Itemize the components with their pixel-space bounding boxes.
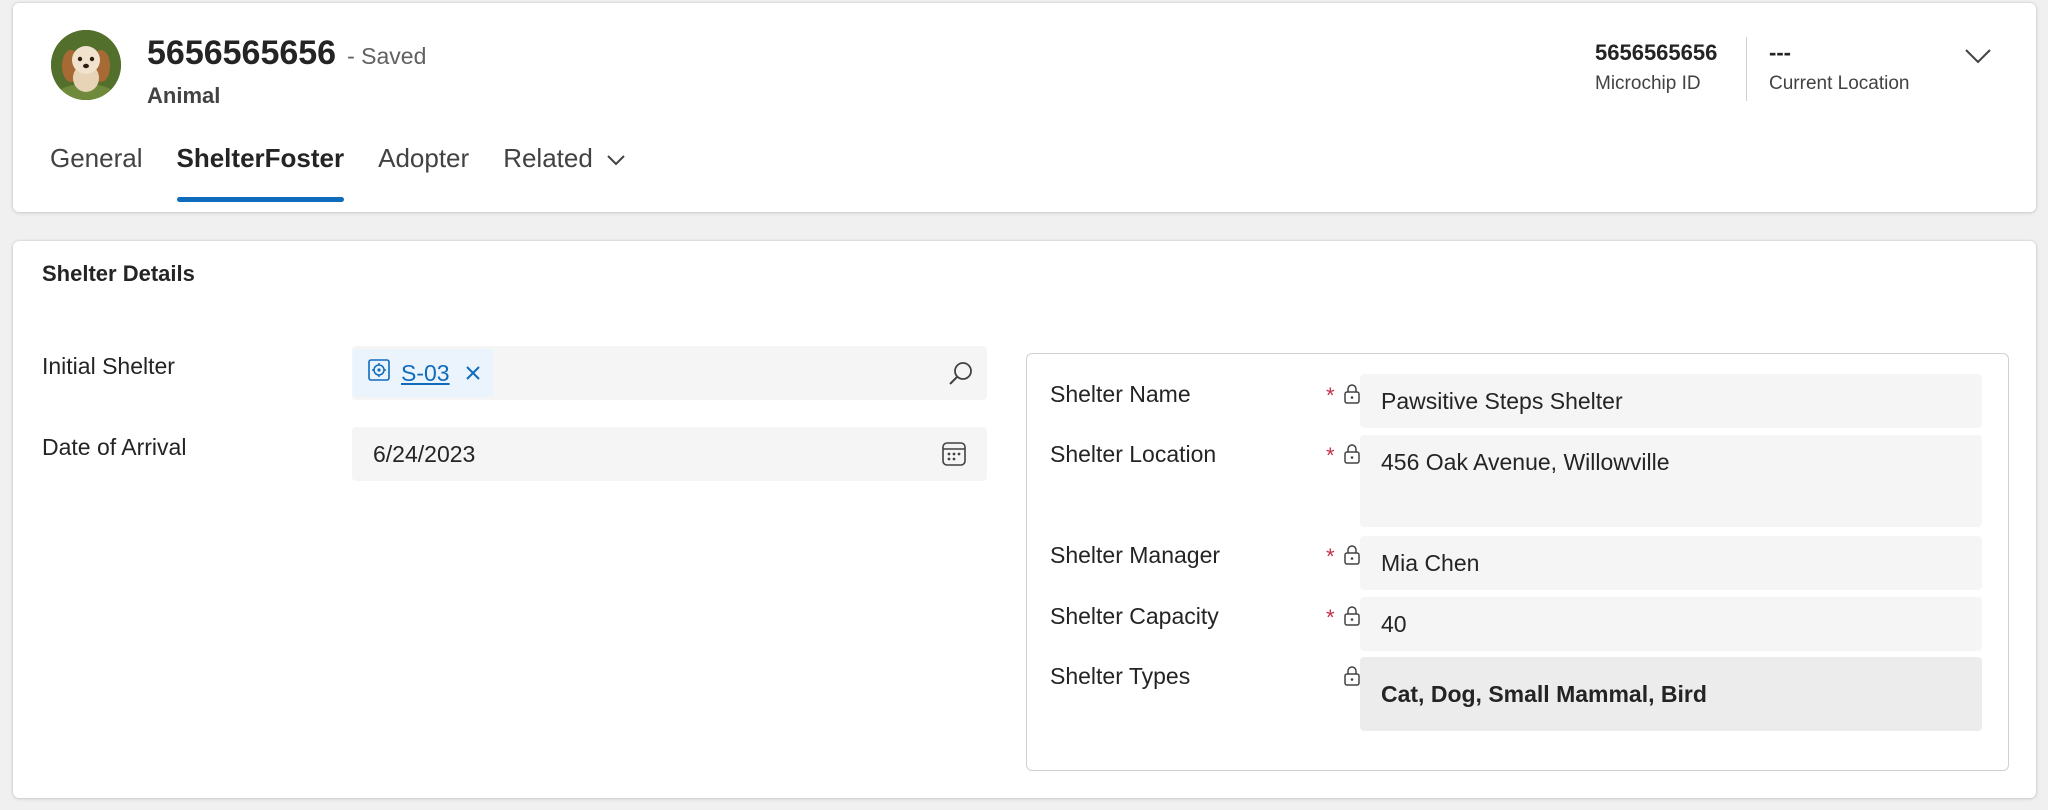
shelter-location-value: 456 Oak Avenue, Willowville bbox=[1360, 435, 1982, 527]
shelter-name-value: Pawsitive Steps Shelter bbox=[1360, 374, 1982, 428]
required-indicator: * bbox=[1326, 605, 1335, 630]
shelter-capacity-value: 40 bbox=[1360, 597, 1982, 651]
tab-adopter[interactable]: Adopter bbox=[378, 143, 469, 205]
shelter-location-label: Shelter Location bbox=[1050, 441, 1217, 467]
lock-icon bbox=[1343, 605, 1361, 632]
shelter-name-label: Shelter Name bbox=[1050, 381, 1191, 407]
tab-general[interactable]: General bbox=[50, 143, 143, 205]
shelter-capacity-label: Shelter Capacity bbox=[1050, 603, 1219, 629]
selected-shelter-chip: S-03 bbox=[353, 349, 494, 397]
record-title: 5656565656 - Saved bbox=[147, 34, 426, 73]
initial-shelter-label: Initial Shelter bbox=[42, 353, 175, 379]
current-location-label: Current Location bbox=[1769, 73, 1910, 94]
lock-icon bbox=[1343, 383, 1361, 410]
entity-type-label: Animal bbox=[147, 83, 221, 108]
shelter-types-label: Shelter Types bbox=[1050, 663, 1191, 689]
tab-related[interactable]: Related bbox=[503, 143, 627, 205]
current-location-value: --- bbox=[1769, 40, 1791, 65]
initial-shelter-link[interactable]: S-03 bbox=[401, 360, 450, 387]
chevron-down-icon bbox=[605, 147, 627, 178]
tab-adopter-label: Adopter bbox=[378, 143, 470, 173]
entity-icon bbox=[367, 358, 391, 388]
record-header: 5656565656 - Saved Animal 5656565656 Mic… bbox=[13, 3, 2036, 212]
search-icon[interactable] bbox=[947, 360, 975, 394]
record-number: 5656565656 bbox=[147, 34, 337, 72]
initial-shelter-lookup[interactable]: S-03 bbox=[352, 346, 987, 400]
shelter-quick-view: Shelter Name * Pawsitive Steps Shelter S… bbox=[1026, 353, 2009, 771]
animal-avatar bbox=[51, 30, 121, 100]
lock-icon bbox=[1343, 544, 1361, 571]
lock-icon bbox=[1343, 665, 1361, 692]
microchip-id-label: Microchip ID bbox=[1595, 73, 1701, 94]
close-icon[interactable] bbox=[464, 364, 482, 382]
tab-general-label: General bbox=[50, 143, 143, 173]
lock-icon bbox=[1343, 443, 1361, 470]
shelter-manager-value: Mia Chen bbox=[1360, 536, 1982, 590]
shelter-manager-label: Shelter Manager bbox=[1050, 542, 1221, 568]
required-indicator: * bbox=[1326, 544, 1335, 569]
required-indicator: * bbox=[1326, 383, 1335, 408]
microchip-id-value: 5656565656 bbox=[1595, 40, 1718, 65]
section-title: Shelter Details bbox=[42, 261, 195, 286]
header-expand-chevron-icon[interactable] bbox=[1958, 41, 1998, 71]
shelter-details-section: Shelter Details Initial Shelter S-03 Dat… bbox=[13, 241, 2036, 798]
date-of-arrival-field[interactable]: 6/24/2023 bbox=[352, 427, 987, 481]
header-field-current-location: --- Current Location bbox=[1769, 40, 1909, 95]
tab-shelterfoster-label: ShelterFoster bbox=[176, 143, 345, 173]
calendar-icon[interactable] bbox=[941, 441, 967, 473]
tab-shelterfoster[interactable]: ShelterFoster bbox=[176, 143, 345, 205]
date-of-arrival-value: 6/24/2023 bbox=[373, 440, 476, 467]
shelter-types-value: Cat, Dog, Small Mammal, Bird bbox=[1360, 657, 1982, 731]
required-indicator: * bbox=[1326, 443, 1335, 468]
saved-status: - Saved bbox=[347, 43, 427, 69]
date-of-arrival-label: Date of Arrival bbox=[42, 434, 187, 460]
form-tabs: General ShelterFoster Adopter Related bbox=[50, 143, 661, 205]
tab-related-label: Related bbox=[503, 143, 593, 173]
header-divider bbox=[1746, 37, 1747, 101]
header-field-microchip-id: 5656565656 Microchip ID bbox=[1595, 40, 1717, 95]
